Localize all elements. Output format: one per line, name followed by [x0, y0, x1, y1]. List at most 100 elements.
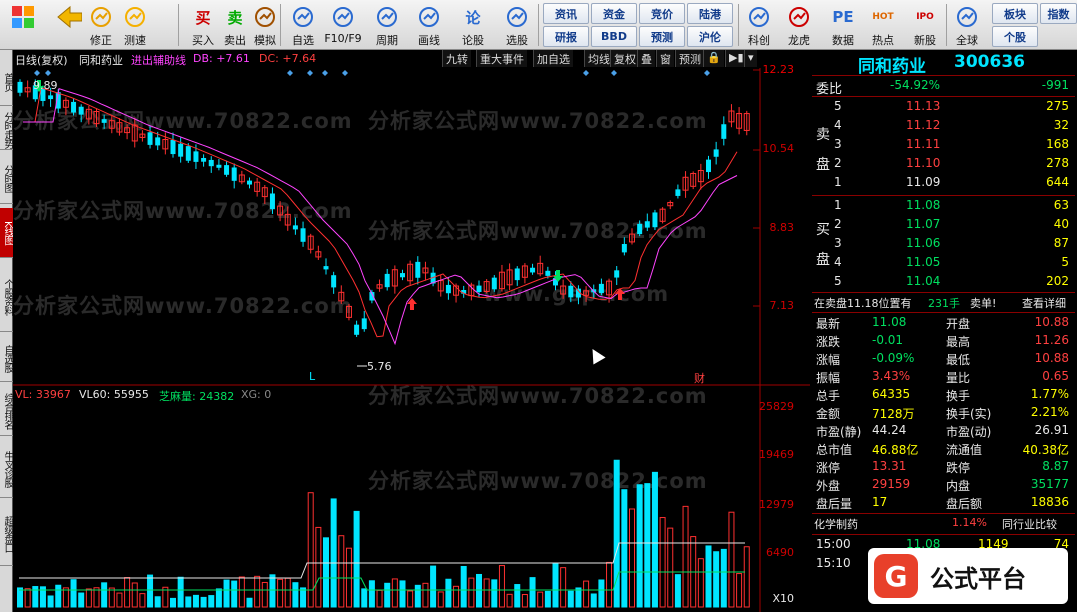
- industry-compare-link[interactable]: 同行业比较: [1002, 516, 1057, 532]
- volume-bar: [361, 588, 368, 608]
- toolbar-dragon-tiger-button[interactable]: 龙虎: [782, 2, 816, 48]
- toolbar-grid-button[interactable]: [2, 2, 44, 48]
- candle-body: [445, 284, 451, 294]
- quick-button[interactable]: 预测: [639, 26, 685, 47]
- volume-bar: [575, 587, 582, 608]
- event-diamond-icon: [45, 70, 51, 76]
- toolbar-f10-button[interactable]: F10/F9: [324, 2, 362, 48]
- kline-chart-area[interactable]: 分析家公式网www.70822.com 分析家公式网www.70822.com …: [13, 50, 810, 612]
- volume-bar: [468, 577, 475, 608]
- quick-button[interactable]: 沪伦: [687, 26, 733, 47]
- mark-finance[interactable]: 财: [694, 370, 705, 386]
- toolbar-draw-button[interactable]: 画线: [412, 2, 446, 48]
- quick-button[interactable]: 资金: [591, 3, 637, 24]
- volume-bar: [460, 565, 467, 608]
- volume-bar: [277, 578, 284, 608]
- candle-body: [216, 164, 222, 168]
- volume-bar: [108, 587, 115, 608]
- chart-view-button[interactable]: 加自选: [533, 50, 573, 67]
- toolbar-data-button[interactable]: PE 数据: [826, 2, 860, 48]
- candle-body: [224, 165, 230, 175]
- candle-body: [706, 159, 711, 173]
- candle-body: [652, 212, 658, 228]
- candle-body: [384, 273, 390, 288]
- candle-body: [621, 244, 627, 253]
- quote-row: 涨幅 -0.09% 最低 10.88: [812, 350, 1075, 368]
- toolbar-global-button[interactable]: 全球: [950, 2, 984, 48]
- volume-bar: [368, 580, 375, 608]
- volume-bar: [491, 579, 498, 608]
- ask-volume: 32: [1053, 118, 1069, 132]
- left-tab[interactable]: 超级盘口: [0, 502, 13, 566]
- quote-row: 总市值 46.88亿 流通值 40.38亿: [812, 440, 1075, 458]
- left-tab[interactable]: K线图: [0, 208, 13, 258]
- chart-view-button[interactable]: 复权: [610, 50, 639, 67]
- toolbar-ipo-button[interactable]: IPO 新股: [908, 2, 942, 48]
- stat-label: 最新: [816, 317, 841, 331]
- chart-view-button[interactable]: 叠: [637, 50, 655, 67]
- period-label[interactable]: 日线(复权): [15, 52, 68, 68]
- quick-button[interactable]: 资讯: [543, 3, 589, 24]
- toolbar-fix-button[interactable]: 修正: [84, 2, 118, 48]
- candle-body: [101, 119, 107, 123]
- left-tab[interactable]: 分时走势: [0, 110, 13, 150]
- candle-body: [78, 106, 84, 115]
- toolbar-star-market-button[interactable]: 科创: [742, 2, 776, 48]
- ask-volume: 275: [1046, 99, 1069, 113]
- toolbar-period-button[interactable]: 周期: [370, 2, 404, 48]
- toolbar-buy-button[interactable]: 买买入: [186, 2, 220, 48]
- toolbar-ipo-label: 新股: [914, 34, 936, 47]
- tick-price: 11.08: [906, 537, 941, 551]
- toolbar-sell-button[interactable]: 卖卖出: [218, 2, 252, 48]
- toolbar-draw-label: 画线: [418, 34, 440, 47]
- y-label: 7.13: [769, 299, 795, 312]
- volume-bar: [124, 577, 131, 608]
- left-tab[interactable]: 首页: [0, 58, 13, 106]
- lock-icon[interactable]: 🔒: [703, 50, 724, 67]
- quick-button[interactable]: 竞价: [639, 3, 685, 24]
- candle-body: [331, 275, 337, 288]
- left-tab[interactable]: 牛叉诊股: [0, 440, 13, 498]
- stat-value: -0.01: [872, 333, 904, 347]
- ask-volume: 278: [1046, 156, 1069, 170]
- toolbar-speed-button[interactable]: 测速: [118, 2, 152, 48]
- quote-row: 2 11.10 278: [812, 155, 1075, 173]
- chart-view-button[interactable]: 九转: [442, 50, 471, 67]
- quick-button[interactable]: 研报: [543, 26, 589, 47]
- left-tab[interactable]: 综合排名: [0, 386, 13, 436]
- chart-icon: [746, 4, 772, 30]
- left-tab[interactable]: 分时图: [0, 154, 13, 204]
- toolbar-hot-button[interactable]: HOT 热点: [866, 2, 900, 48]
- left-tab[interactable]: 自选股: [0, 336, 13, 382]
- left-tab[interactable]: 个股资料: [0, 262, 13, 332]
- quick-button[interactable]: 个股: [992, 26, 1038, 47]
- low-price-label: 5.76: [367, 360, 392, 373]
- vol-y-label: 19469: [759, 448, 794, 461]
- chart-view-button[interactable]: 重大事件: [476, 50, 527, 67]
- stat-value: 0.65: [1042, 369, 1069, 383]
- stock-terminal-window: 修正 测速买买入卖卖出 模拟 自选 F10/F9 周期画线 论论股 选股 科创 龙虎 PE 数据 HOT…: [0, 0, 1077, 612]
- quote-row: 3 11.11 168: [812, 136, 1075, 154]
- quick-button[interactable]: 陆港: [687, 3, 733, 24]
- quick-button[interactable]: 板块: [992, 3, 1038, 24]
- toolbar-simulate-label: 模拟: [254, 34, 276, 47]
- quick-button[interactable]: BBD: [591, 26, 637, 47]
- toolbar-watchlist-button[interactable]: 自选: [286, 2, 320, 48]
- high-price-label: 9.89: [33, 79, 58, 92]
- toolbar-simulate-button[interactable]: 模拟: [248, 2, 282, 48]
- toolbar-discuss-button[interactable]: 论论股: [456, 2, 490, 48]
- industry-name[interactable]: 化学制药: [814, 516, 858, 532]
- y-label: 12.23: [762, 63, 795, 76]
- ask-price: 11.13: [906, 99, 941, 113]
- chart-view-button[interactable]: 均线: [584, 50, 613, 67]
- order-detail-link[interactable]: 查看详细: [1022, 295, 1066, 311]
- event-diamond-icon: [307, 70, 313, 76]
- dropdown-icon[interactable]: ▾: [744, 50, 757, 67]
- stat-value: 18836: [1030, 495, 1069, 509]
- indicator-name[interactable]: 进出辅助线: [131, 52, 186, 68]
- toolbar-select-button[interactable]: 选股: [500, 2, 534, 48]
- chart-view-button[interactable]: 窗: [656, 50, 674, 67]
- chart-view-button[interactable]: 预测: [675, 50, 704, 67]
- candle-body: [17, 81, 23, 93]
- quick-button[interactable]: 指数: [1040, 3, 1077, 24]
